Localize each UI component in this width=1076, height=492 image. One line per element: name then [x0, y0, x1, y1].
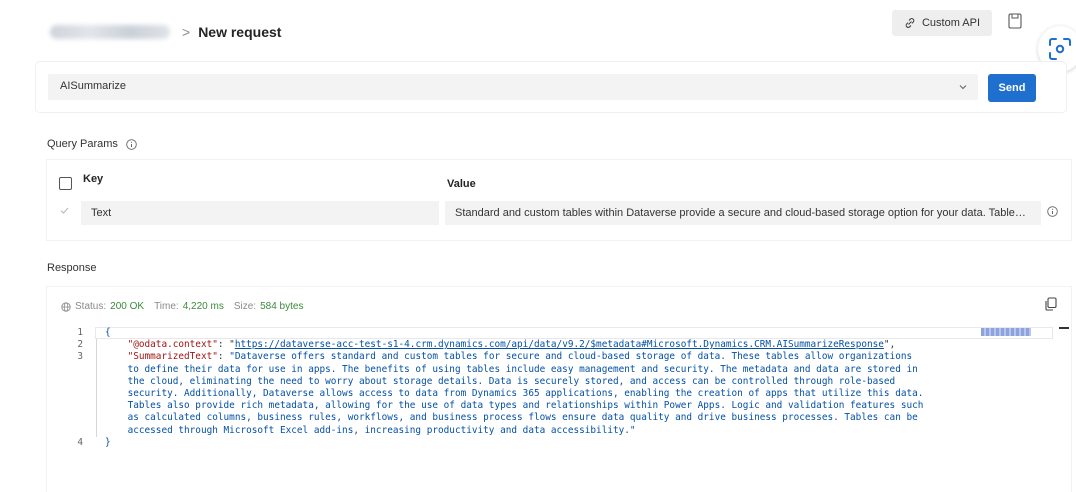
- code-line: to define their data for use in apps. Th…: [61, 363, 1067, 377]
- time-label: Time:: [154, 301, 179, 312]
- line-number: 1: [77, 327, 83, 338]
- json-key-summary: "SummarizedText": [127, 351, 218, 363]
- code-line: 4 }: [61, 437, 1067, 449]
- summary-text-line: "Dataverse offers standard and custom ta…: [229, 351, 913, 363]
- custom-api-label: Custom API: [921, 17, 981, 29]
- code-line: as calculated columns, business rules, w…: [61, 412, 1067, 425]
- response-status-line: Status: 200 OK Time: 4,220 ms Size: 584 …: [61, 301, 309, 312]
- line-number: 4: [77, 436, 83, 448]
- response-panel: Status: 200 OK Time: 4,220 ms Size: 584 …: [47, 287, 1071, 492]
- summary-text-line: the cloud, eliminating the need to worry…: [127, 375, 896, 387]
- time-value: 4,220 ms: [182, 301, 224, 312]
- select-all-checkbox[interactable]: [59, 177, 72, 190]
- code-line: 3 "SummarizedText": "Dataverse offers st…: [61, 351, 1067, 364]
- context-url-link[interactable]: https://dataverse-acc-test-s1-4.crm.dyna…: [235, 339, 884, 351]
- breadcrumb-blurred[interactable]: [50, 25, 170, 39]
- summary-text-line: as calculated columns, business rules, w…: [127, 412, 918, 424]
- param-key-input[interactable]: Text: [81, 201, 439, 225]
- link-icon: [905, 18, 915, 28]
- line-number: 2: [77, 339, 83, 351]
- summary-text-line: Tables also provide rich metadata, allow…: [127, 400, 924, 412]
- endpoint-select[interactable]: AISummarize: [48, 74, 978, 100]
- info-icon[interactable]: [1047, 206, 1058, 217]
- request-bar: AISummarize Send: [36, 62, 1066, 112]
- page-title: New request: [198, 24, 282, 40]
- json-key-context: "@odata.context": [127, 339, 218, 351]
- custom-api-button[interactable]: Custom API: [892, 10, 992, 36]
- code-line: security. Additionally, Dataverse allows…: [61, 388, 1067, 401]
- visual-search-icon: [1049, 38, 1071, 60]
- status-value: 200 OK: [110, 301, 145, 312]
- code-line: accessed through Microsoft Excel add-ins…: [61, 424, 1067, 438]
- code-line: Tables also provide rich metadata, allow…: [61, 400, 1067, 413]
- code-line: the cloud, eliminating the need to worry…: [61, 375, 1067, 389]
- line-number: 3: [77, 351, 83, 363]
- query-params-heading: Query Params: [47, 138, 137, 150]
- info-icon[interactable]: [126, 138, 137, 150]
- query-params-label: Query Params: [47, 138, 118, 150]
- response-body[interactable]: 1 { 2 "@odata.context": " https://dataver…: [61, 327, 1067, 449]
- code-line: 1 {: [61, 327, 1067, 339]
- code-line: 2 "@odata.context": " https://dataverse-a…: [61, 339, 1067, 352]
- row-checkbox[interactable]: [57, 205, 72, 220]
- summary-text-line: security. Additionally, Dataverse allows…: [127, 388, 924, 400]
- size-label: Size:: [233, 301, 257, 312]
- globe-icon: [61, 301, 71, 312]
- summary-text-line: to define their data for use in apps. Th…: [127, 363, 918, 375]
- query-params-table: Key Value Text Standard and custom table…: [47, 160, 1071, 240]
- save-icon[interactable]: [1008, 13, 1022, 29]
- breadcrumb-separator: >: [182, 24, 191, 40]
- summary-text-line: accessed through Microsoft Excel add-ins…: [127, 424, 636, 436]
- value-column-header: Value: [447, 178, 476, 190]
- key-column-header: Key: [83, 173, 104, 185]
- chevron-down-icon[interactable]: [958, 82, 968, 92]
- endpoint-value: AISummarize: [60, 80, 127, 92]
- checkmark-icon: [60, 207, 69, 214]
- send-button[interactable]: Send: [988, 74, 1036, 102]
- open-brace: {: [105, 327, 111, 338]
- status-label: Status:: [75, 301, 107, 312]
- copy-icon[interactable]: [1045, 297, 1057, 311]
- param-value-input[interactable]: Standard and custom tables within Datave…: [445, 201, 1041, 225]
- close-brace: }: [105, 436, 111, 448]
- response-label: Response: [47, 262, 97, 274]
- size-value: 584 bytes: [260, 301, 304, 312]
